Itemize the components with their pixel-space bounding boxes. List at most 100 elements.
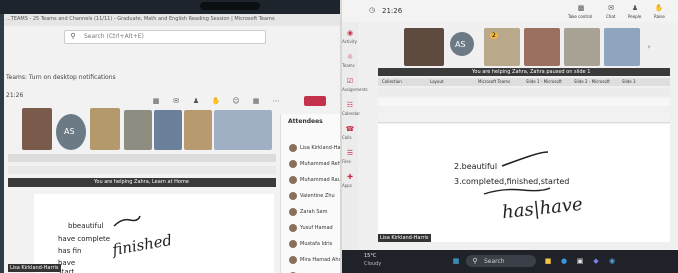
doc-line: bbeautiful xyxy=(68,222,104,230)
address-bar[interactable] xyxy=(378,88,670,96)
sidebar-item-label[interactable]: Assignments xyxy=(342,87,368,92)
window-title: ...TEAMS - 25 Teams and Channels (11/11)… xyxy=(6,16,275,22)
laptop-screen: ...TEAMS - 25 Teams and Channels (11/11)… xyxy=(4,14,340,273)
left-photo: ...TEAMS - 25 Teams and Channels (11/11)… xyxy=(0,0,340,273)
chat-icon[interactable]: ✉ xyxy=(604,2,618,14)
sidebar-activity-icon[interactable]: ◉ xyxy=(344,28,356,38)
chevron-right-icon[interactable]: › xyxy=(644,40,654,54)
control-banner-text: You are helping Zahra, Zahra paused on s… xyxy=(472,69,591,75)
sidebar-item-label[interactable]: Teams xyxy=(342,63,355,68)
participant-avatar xyxy=(289,192,297,200)
video-tile xyxy=(604,28,640,66)
video-tile xyxy=(524,28,560,66)
taskbar-search-label[interactable]: Search xyxy=(484,258,505,265)
sidebar-item-label[interactable]: Calls xyxy=(342,135,352,140)
sidebar-apps-icon[interactable]: ✚ xyxy=(344,172,356,182)
browser-tab[interactable]: Slide 2 - Microsoft xyxy=(574,79,610,84)
search-input[interactable]: Search (Ctrl+Alt+E) xyxy=(84,33,144,40)
chat-icon[interactable]: ✉ xyxy=(169,94,183,108)
participant-name[interactable]: Yusuf Hamad xyxy=(300,225,333,231)
take-control-label[interactable]: Take control xyxy=(568,14,592,19)
video-tile xyxy=(214,110,272,150)
video-tile xyxy=(404,28,444,66)
browser-tab[interactable]: Collection xyxy=(382,79,402,84)
meeting-timer: 21:26 xyxy=(6,92,24,99)
video-tile xyxy=(184,110,212,150)
monitor-bezel xyxy=(0,0,340,14)
chat-label[interactable]: Chat xyxy=(606,14,615,19)
handwritten-stroke xyxy=(483,187,551,195)
participant-avatar xyxy=(289,144,297,152)
search-icon: ⚲ xyxy=(70,32,76,40)
file-explorer-icon[interactable]: ■ xyxy=(542,255,554,267)
browser-tab[interactable]: Slide 1 - Microsoft xyxy=(526,79,562,84)
handwritten-stroke xyxy=(501,151,549,167)
participant-name[interactable]: Mustafa Idris xyxy=(300,241,332,247)
doc-line: has fin xyxy=(58,247,82,255)
react-icon[interactable]: ☺ xyxy=(229,94,243,108)
video-tile xyxy=(90,108,120,150)
people-icon[interactable]: ♟ xyxy=(189,94,203,108)
participant-avatar xyxy=(289,240,297,248)
doc-line: have xyxy=(58,259,76,267)
windows-start-icon[interactable]: ▦ xyxy=(450,255,462,267)
sidebar-files-icon[interactable]: ☰ xyxy=(344,148,356,158)
participant-name[interactable]: Lisa Kirkland-Harris xyxy=(300,145,340,151)
participant-avatar xyxy=(289,208,297,216)
sidebar-calls-icon[interactable]: ☎ xyxy=(344,124,356,134)
participant-avatar xyxy=(289,160,297,168)
people-label[interactable]: People xyxy=(628,14,641,19)
sidebar-item-label[interactable]: Apps xyxy=(342,183,352,188)
right-photo: ◷ 21:26 ▩ Take control ✉ Chat ♟ People ✋… xyxy=(342,0,678,273)
sidebar-item-label[interactable]: Calendar xyxy=(342,111,360,116)
sidebar-item-label[interactable]: Files xyxy=(342,159,351,164)
take-control-icon[interactable]: ▩ xyxy=(574,2,588,14)
browser-tab[interactable]: Slide 3 xyxy=(622,79,636,84)
name-tooltip: Lisa Kirkland-Harris xyxy=(8,264,61,272)
sidebar-teams-icon[interactable]: ☼ xyxy=(344,52,356,62)
doc-line: have complete xyxy=(58,235,111,243)
participant-avatar xyxy=(289,176,297,184)
participant-name[interactable]: Mira Hamad Ahmad xyxy=(300,257,340,263)
browser-tab[interactable]: Layout xyxy=(430,79,444,84)
sidebar-assignments-icon[interactable]: ☑ xyxy=(344,76,356,86)
leave-button[interactable] xyxy=(304,96,326,106)
clock-icon: ◷ xyxy=(368,6,376,14)
weather-temp: 15°C xyxy=(364,253,377,259)
participant-name[interactable]: Zarah Sam xyxy=(300,209,327,215)
search-icon: ⚲ xyxy=(472,257,478,265)
doc-line: 2.beautiful xyxy=(454,162,498,171)
webcam xyxy=(200,2,260,10)
edge-icon[interactable]: ● xyxy=(558,255,570,267)
video-tile xyxy=(124,110,152,150)
raise-hand-icon[interactable]: ✋ xyxy=(652,2,666,14)
teams-icon[interactable]: ◆ xyxy=(590,255,602,267)
participant-avatar xyxy=(289,224,297,232)
avatar-initials: AS xyxy=(64,127,75,136)
people-panel-title: Attendees xyxy=(288,118,323,125)
handwritten-stroke xyxy=(113,215,141,227)
participant-name[interactable]: Valentine Zhu xyxy=(300,193,335,199)
avatar-initials: AS xyxy=(455,40,466,49)
weather-text: Cloudy xyxy=(364,261,382,267)
notification-text[interactable]: Teams: Turn on desktop notifications xyxy=(6,74,116,81)
raise-label[interactable]: Raise xyxy=(654,14,665,19)
view-icon[interactable]: ▦ xyxy=(249,94,263,108)
editor-toolbar xyxy=(378,112,670,123)
participant-name[interactable]: Muhammad Rauf Ahmed xyxy=(300,177,340,183)
raise-hand-icon[interactable]: ✋ xyxy=(209,94,223,108)
chrome-icon[interactable]: ◉ xyxy=(606,255,618,267)
more-icon[interactable]: ⋯ xyxy=(269,94,283,108)
name-tooltip: Lisa Kirkland-Harris xyxy=(378,234,431,242)
people-icon[interactable]: ♟ xyxy=(628,2,642,14)
take-control-icon[interactable]: ▩ xyxy=(149,94,163,108)
participant-name[interactable]: Muhammad Rehman xyxy=(300,161,340,167)
store-icon[interactable]: ▣ xyxy=(574,255,586,267)
sidebar-item-label[interactable]: Activity xyxy=(342,39,357,44)
control-banner-text: You are helping Zahra, Learn at Home xyxy=(94,179,189,185)
browser-tab[interactable]: Microsoft Teams xyxy=(478,79,510,84)
video-tile xyxy=(564,28,600,66)
address-bar[interactable] xyxy=(8,166,276,174)
hand-raise-counter: 2 xyxy=(490,32,498,39)
sidebar-calendar-icon[interactable]: ☷ xyxy=(344,100,356,110)
